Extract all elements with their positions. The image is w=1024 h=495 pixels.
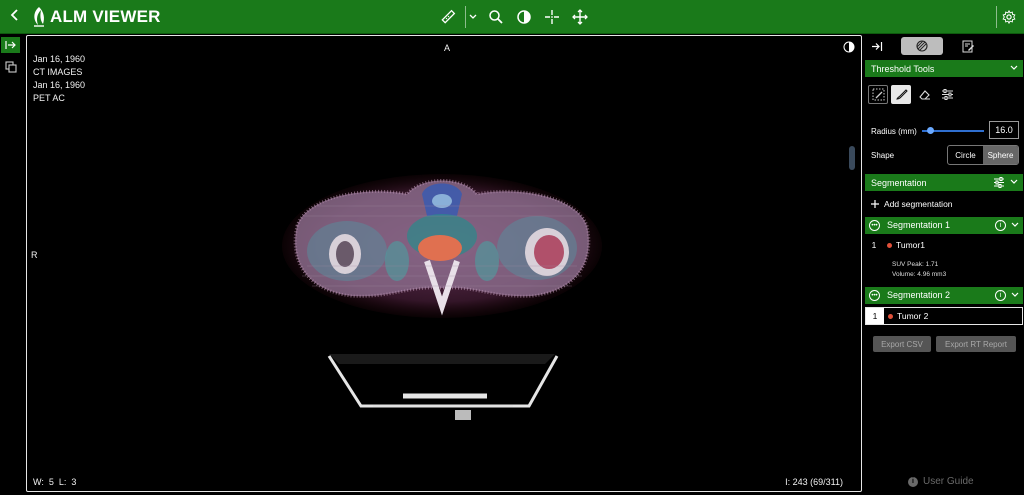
info-icon: i <box>908 476 918 487</box>
segment-label: Tumor1 <box>896 240 925 250</box>
dotted-select-pen-icon <box>872 88 884 101</box>
threshold-select-tool[interactable] <box>868 85 888 104</box>
right-panel: Threshold Tools Radius (mm) Shape Circle… <box>864 35 1024 495</box>
segment-color-dot <box>887 242 892 248</box>
left-rail <box>0 35 23 495</box>
add-segmentation-label: Add segmentation <box>884 199 953 209</box>
shape-sphere-option[interactable]: Sphere <box>983 146 1018 164</box>
panel-tabs <box>864 35 1024 57</box>
series-description: CT IMAGES <box>33 67 83 77</box>
segment-row-tumor1[interactable]: 1 Tumor1 <box>865 236 1023 254</box>
brush-tool[interactable] <box>891 85 911 104</box>
segmentation-tab-icon <box>916 40 928 52</box>
eraser-tool[interactable] <box>914 85 934 104</box>
user-guide-link[interactable]: i User Guide <box>908 476 974 487</box>
study-date: Jan 16, 1960 <box>33 54 86 64</box>
segment-volume: Volume: 4.96 mm3 <box>892 271 947 278</box>
suv-peak: SUV Peak: 1.71 <box>892 261 939 268</box>
segmentation-tab[interactable] <box>901 37 943 55</box>
pan-icon[interactable] <box>569 6 591 28</box>
radius-input[interactable] <box>989 121 1019 139</box>
overlay-series-description: PET AC <box>33 93 65 103</box>
app-title: ALM VIEWER <box>50 7 161 26</box>
leaf-logo-icon <box>34 7 44 27</box>
segmentation-2-header[interactable]: ••• Segmentation 2 i <box>865 287 1023 304</box>
threshold-tool-buttons <box>868 85 957 104</box>
eraser-icon <box>918 90 930 100</box>
segmentation-1-header[interactable]: ••• Segmentation 1 i <box>865 217 1023 234</box>
more-options-icon[interactable]: ••• <box>869 220 880 231</box>
viewport-contrast-icon[interactable] <box>843 41 855 53</box>
threshold-settings-tool[interactable] <box>937 85 957 104</box>
segment-index: 1 <box>871 240 877 250</box>
brush-icon <box>895 89 908 100</box>
segment-index: 1 <box>866 308 884 324</box>
threshold-tools-title: Threshold Tools <box>871 63 935 74</box>
ct-pet-axial-image <box>282 174 602 420</box>
segmentation-settings-icon[interactable] <box>993 177 1005 188</box>
back-chevron-icon[interactable] <box>4 6 26 28</box>
layers-icon[interactable] <box>1 59 20 75</box>
segmentation-header[interactable]: Segmentation <box>865 174 1023 191</box>
segment-stats: SUV Peak: 1.71 Volume: 4.96 mm3 <box>892 260 946 280</box>
export-rt-report-button[interactable]: Export RT Report <box>936 336 1016 352</box>
chevron-down-icon[interactable] <box>465 6 477 28</box>
series-date: Jan 16, 1960 <box>33 80 86 90</box>
tool-strip <box>437 6 597 28</box>
info-icon[interactable]: i <box>995 220 1006 231</box>
radius-slider-handle[interactable] <box>926 127 934 134</box>
report-tab[interactable] <box>957 37 979 55</box>
settings-gear-icon[interactable] <box>996 6 1020 28</box>
user-guide-label: User Guide <box>923 476 974 487</box>
crosshair-icon[interactable] <box>541 6 563 28</box>
add-segmentation-button[interactable]: Add segmentation <box>871 199 953 209</box>
report-edit-icon <box>962 40 974 52</box>
slice-scrollbar[interactable] <box>849 146 855 170</box>
shape-label: Shape <box>871 151 895 160</box>
top-bar: ALM VIEWER <box>0 0 1024 34</box>
radius-label: Radius (mm) <box>871 127 917 136</box>
more-options-icon[interactable]: ••• <box>869 290 880 301</box>
zoom-icon[interactable] <box>485 6 507 28</box>
ruler-icon[interactable] <box>437 6 459 28</box>
export-csv-button[interactable]: Export CSV <box>873 336 931 352</box>
info-icon[interactable]: i <box>995 290 1006 301</box>
segmentation-title: Segmentation <box>871 177 927 188</box>
orientation-marker-left: R <box>31 250 38 260</box>
shape-toggle: Circle Sphere <box>947 145 1019 165</box>
segmentation-2-name: Segmentation 2 <box>887 290 951 300</box>
segment-label: Tumor 2 <box>897 311 929 321</box>
expand-panel-icon[interactable] <box>1 37 20 53</box>
segment-color-dot <box>888 313 893 319</box>
threshold-tools-header[interactable]: Threshold Tools <box>865 60 1023 77</box>
instance-readout: I: 243 (69/311) <box>785 477 843 487</box>
collapse-panel-icon[interactable] <box>867 37 887 55</box>
plus-icon <box>871 200 879 208</box>
contrast-icon[interactable] <box>513 6 535 28</box>
chevron-down-icon[interactable] <box>1010 63 1018 73</box>
sliders-icon <box>941 89 953 100</box>
segmentation-1-name: Segmentation 1 <box>887 220 951 230</box>
chevron-down-icon[interactable] <box>1011 220 1019 230</box>
study-info-overlay: Jan 16, 1960 CT IMAGES Jan 16, 1960 PET … <box>33 53 85 105</box>
orientation-marker-top: A <box>444 43 451 53</box>
segment-row-tumor2[interactable]: 1 Tumor 2 <box>865 307 1023 325</box>
chevron-down-icon[interactable] <box>1010 177 1018 187</box>
shape-circle-option[interactable]: Circle <box>948 146 983 164</box>
app-logo: ALM VIEWER <box>32 5 161 29</box>
window-level-readout: W: 5 L: 3 <box>33 477 77 487</box>
chevron-down-icon[interactable] <box>1011 290 1019 300</box>
image-viewport[interactable]: Jan 16, 1960 CT IMAGES Jan 16, 1960 PET … <box>26 35 862 492</box>
